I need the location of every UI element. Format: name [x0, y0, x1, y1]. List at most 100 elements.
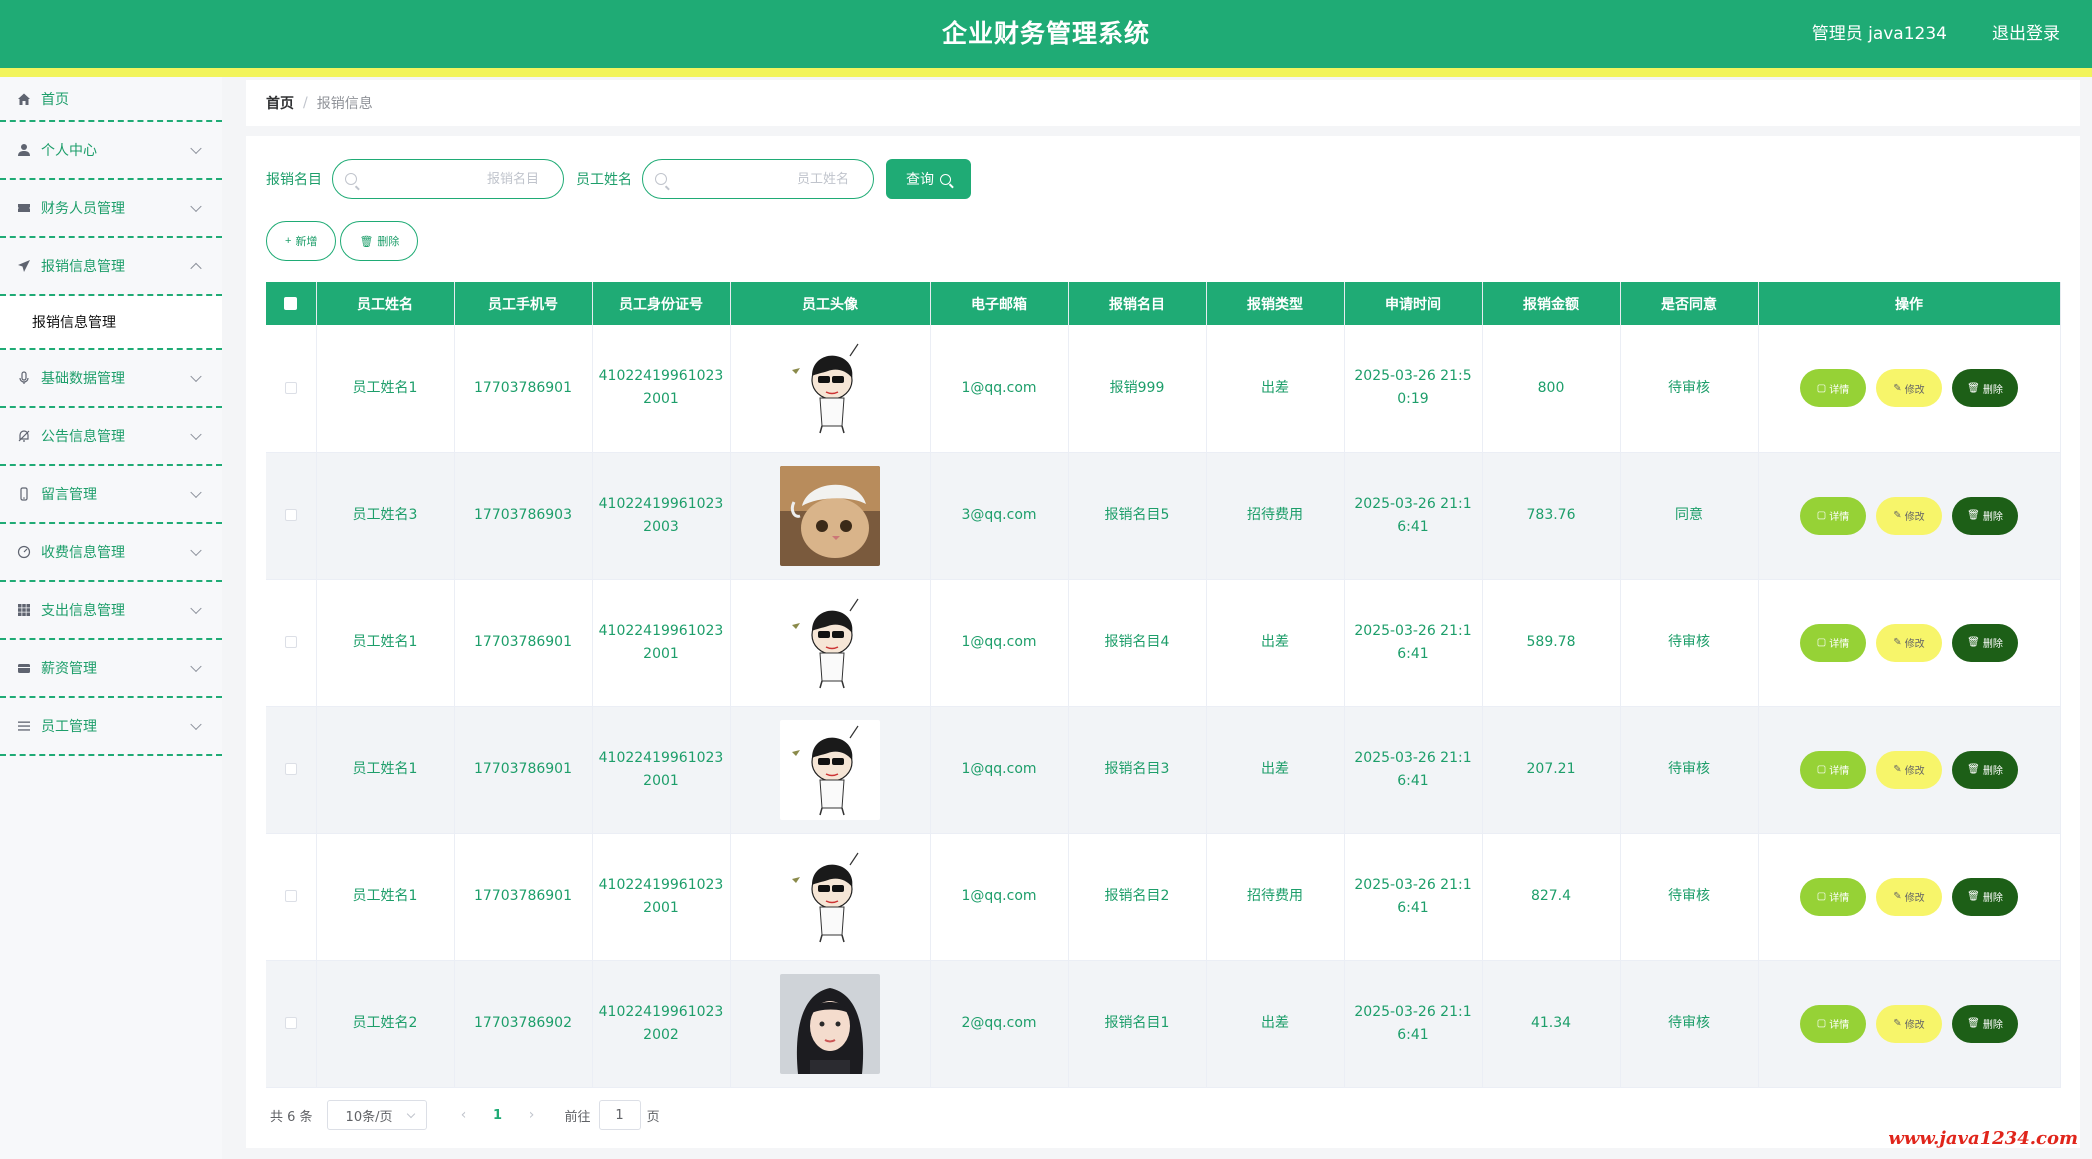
- chevron-down-icon: [190, 718, 202, 731]
- edit-button[interactable]: ✎ 修改: [1876, 877, 1942, 916]
- logout-link[interactable]: 退出登录: [1992, 0, 2060, 68]
- avatar[interactable]: [780, 465, 880, 566]
- breadcrumb-separator: /: [303, 95, 308, 111]
- delete-button[interactable]: 🗑 删除: [1952, 623, 2018, 662]
- cell-employee-name: 员工姓名1: [316, 706, 455, 834]
- bulk-delete-button[interactable]: 🗑 删除: [340, 221, 419, 261]
- col-id-card: 员工身份证号: [592, 282, 731, 325]
- detail-button[interactable]: ▢ 详情: [1800, 623, 1866, 662]
- query-button[interactable]: 查询: [886, 159, 971, 199]
- sidebar-item-label: 财务人员管理: [41, 201, 125, 217]
- sidebar-item-personal-center[interactable]: 个人中心: [0, 122, 222, 180]
- add-button[interactable]: + 新增: [266, 221, 337, 261]
- row-actions: ▢ 详情 ✎ 修改 🗑 删除: [1759, 623, 2060, 662]
- row-checkbox[interactable]: [284, 381, 297, 394]
- next-page-button[interactable]: ›: [517, 1107, 547, 1123]
- row-actions: ▢ 详情 ✎ 修改 🗑 删除: [1759, 750, 2060, 789]
- delete-button[interactable]: 🗑 删除: [1952, 496, 2018, 535]
- sidebar-item-home[interactable]: 首页: [0, 77, 222, 122]
- id-card-line-1: 41022419961023: [598, 622, 724, 639]
- detail-button[interactable]: ▢ 详情: [1800, 1004, 1866, 1043]
- row-checkbox[interactable]: [284, 636, 297, 648]
- detail-button[interactable]: ▢ 详情: [1800, 496, 1866, 535]
- sidebar-item-label: 首页: [41, 91, 69, 108]
- col-email: 电子邮箱: [930, 282, 1069, 325]
- id-card-line-1: 41022419961023: [598, 1003, 724, 1020]
- speedometer-icon: [16, 544, 32, 560]
- edit-button[interactable]: ✎ 修改: [1876, 1004, 1942, 1043]
- edit-button[interactable]: ✎ 修改: [1876, 496, 1942, 535]
- cell-id-card: 41022419961023 2001: [592, 579, 731, 707]
- cell-amount: 827.4: [1482, 833, 1621, 961]
- edit-button[interactable]: ✎ 修改: [1876, 623, 1942, 662]
- detail-icon: ▢: [1816, 891, 1827, 902]
- trash-icon: 🗑: [1967, 510, 1980, 521]
- page-size-select[interactable]: 10条/页: [326, 1100, 427, 1130]
- avatar[interactable]: [780, 592, 880, 693]
- row-checkbox[interactable]: [284, 763, 297, 775]
- cell-actions: ▢ 详情 ✎ 修改 🗑 删除: [1758, 706, 2061, 834]
- edit-label: 修改: [1904, 639, 1925, 650]
- search-icon: [655, 173, 667, 185]
- sidebar-item-reimbursement[interactable]: 报销信息管理: [0, 238, 222, 296]
- chevron-down-icon: [406, 1109, 415, 1119]
- cell-id-card: 41022419961023 2001: [592, 833, 731, 961]
- detail-button[interactable]: ▢ 详情: [1800, 750, 1866, 789]
- sidebar-item-basic-data[interactable]: 基础数据管理: [0, 350, 222, 408]
- trash-icon: 🗑: [1967, 382, 1980, 394]
- sidebar-item-income[interactable]: 收费信息管理: [0, 524, 222, 582]
- sidebar-item-messages[interactable]: 留言管理: [0, 466, 222, 524]
- chevron-up-icon: [190, 262, 202, 275]
- detail-button[interactable]: ▢ 详情: [1800, 369, 1866, 408]
- edit-button[interactable]: ✎ 修改: [1876, 750, 1942, 789]
- cell-email: 3@qq.com: [930, 452, 1069, 580]
- cell-amount: 800: [1482, 325, 1621, 453]
- time-line-2: 6:41: [1397, 1026, 1429, 1043]
- edit-button[interactable]: ✎ 修改: [1876, 369, 1942, 408]
- detail-label: 详情: [1829, 384, 1850, 396]
- sidebar-item-label: 收费信息管理: [41, 545, 125, 561]
- cell-approved: 待审核: [1620, 579, 1759, 707]
- trash-icon: 🗑: [1967, 764, 1980, 775]
- delete-button[interactable]: 🗑 删除: [1952, 750, 2018, 789]
- user-icon: [16, 142, 32, 158]
- delete-button[interactable]: 🗑 删除: [1952, 877, 2018, 916]
- sidebar-item-salary[interactable]: 薪资管理: [0, 640, 222, 698]
- avatar[interactable]: [780, 846, 880, 947]
- avatar[interactable]: [780, 719, 880, 820]
- row-checkbox[interactable]: [284, 1017, 297, 1029]
- prev-page-button[interactable]: ‹: [449, 1107, 479, 1123]
- row-select-cell: [266, 579, 317, 707]
- sidebar-item-expenses[interactable]: 支出信息管理: [0, 582, 222, 640]
- detail-button[interactable]: ▢ 详情: [1800, 877, 1866, 916]
- avatar[interactable]: [780, 973, 880, 1074]
- sidebar-subitem-reimbursement-info[interactable]: 报销信息管理: [0, 296, 222, 350]
- cell-approved: 待审核: [1620, 960, 1759, 1088]
- name-search-input[interactable]: [333, 160, 563, 198]
- employee-search-input[interactable]: [643, 160, 873, 198]
- sidebar-item-announcements[interactable]: 公告信息管理: [0, 408, 222, 466]
- cell-amount: 783.76: [1482, 452, 1621, 580]
- add-button-label: 新增: [295, 236, 318, 248]
- time-line-1: 2025-03-26 21:5: [1354, 368, 1472, 385]
- header-stripe: [0, 68, 2092, 77]
- col-item: 报销名目: [1068, 282, 1207, 325]
- table-row: 员工姓名1 17703786901 41022419961023 2001 1@qq.c…: [266, 833, 2061, 961]
- delete-label: 删除: [1982, 512, 2003, 523]
- watermark: www.java1234.com: [1888, 1128, 2078, 1149]
- plus-icon: +: [285, 235, 292, 247]
- goto-page-input[interactable]: [598, 1100, 641, 1130]
- breadcrumb-home[interactable]: 首页: [266, 93, 294, 113]
- delete-button[interactable]: 🗑 删除: [1952, 369, 2018, 408]
- sidebar-item-finance-staff[interactable]: 财务人员管理: [0, 180, 222, 238]
- row-actions: ▢ 详情 ✎ 修改 🗑 删除: [1759, 496, 2060, 535]
- chevron-down-icon: [190, 200, 202, 213]
- sidebar-item-employees[interactable]: 员工管理: [0, 698, 222, 756]
- sidebar-subitem-label: 报销信息管理: [32, 315, 116, 331]
- select-all-checkbox[interactable]: [284, 297, 298, 310]
- page-number[interactable]: 1: [479, 1108, 517, 1123]
- delete-button[interactable]: 🗑 删除: [1952, 1004, 2018, 1043]
- row-checkbox[interactable]: [284, 509, 297, 521]
- avatar[interactable]: [780, 338, 880, 439]
- row-checkbox[interactable]: [284, 890, 297, 902]
